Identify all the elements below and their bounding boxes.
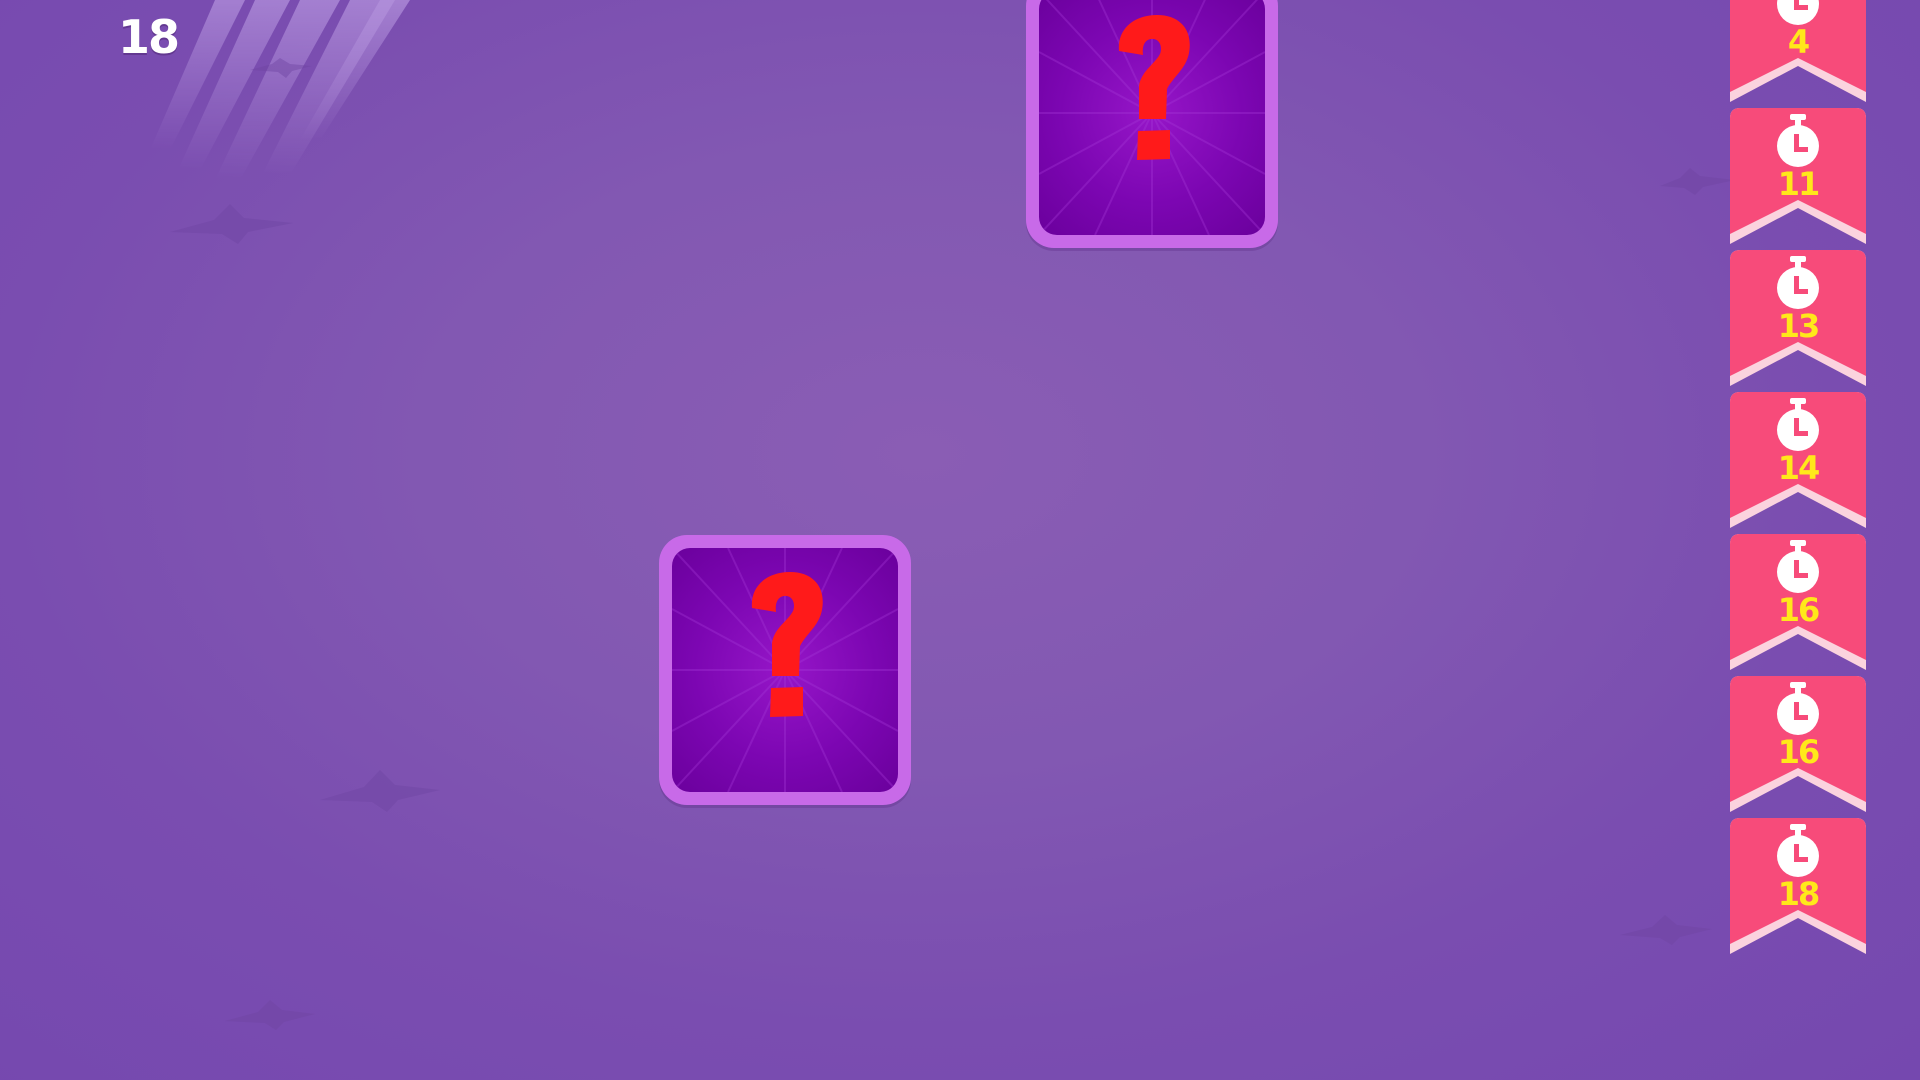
stopwatch-icon: [1777, 398, 1819, 451]
memory-card[interactable]: [1026, 0, 1278, 248]
stopwatch-icon: [1777, 540, 1819, 593]
stopwatch-icon: [1777, 824, 1819, 877]
reward-time-value: 18: [1777, 875, 1821, 913]
card-back: [1039, 0, 1265, 235]
time-reward-ribbon: 16: [1730, 676, 1866, 818]
stopwatch-icon: [1777, 114, 1819, 167]
memory-card[interactable]: [659, 535, 911, 805]
background-stars: [170, 58, 1735, 1030]
stopwatch-icon: [1777, 256, 1819, 309]
time-reward-ribbon: 18: [1730, 818, 1866, 960]
reward-time-value: 13: [1777, 307, 1821, 345]
time-reward-ribbon: 11: [1730, 108, 1866, 250]
time-reward-ribbon: 4: [1730, 0, 1866, 108]
card-back: [672, 548, 898, 792]
time-reward-ribbon: 14: [1730, 392, 1866, 534]
background-decoration: [150, 0, 1735, 1030]
card-back-art: [672, 548, 898, 792]
reward-time-value: 16: [1777, 591, 1821, 629]
time-reward-ribbon: 16: [1730, 534, 1866, 676]
light-rays: [150, 0, 410, 180]
stopwatch-icon: [1777, 682, 1819, 735]
reward-time-value: 11: [1777, 165, 1821, 203]
reward-time-value: 16: [1777, 733, 1821, 771]
reward-time-value: 4: [1787, 23, 1810, 61]
time-reward-ribbon: 13: [1730, 250, 1866, 392]
timer-counter: 18: [118, 10, 180, 64]
reward-time-value: 14: [1777, 449, 1821, 487]
card-back-art: [1039, 0, 1265, 235]
